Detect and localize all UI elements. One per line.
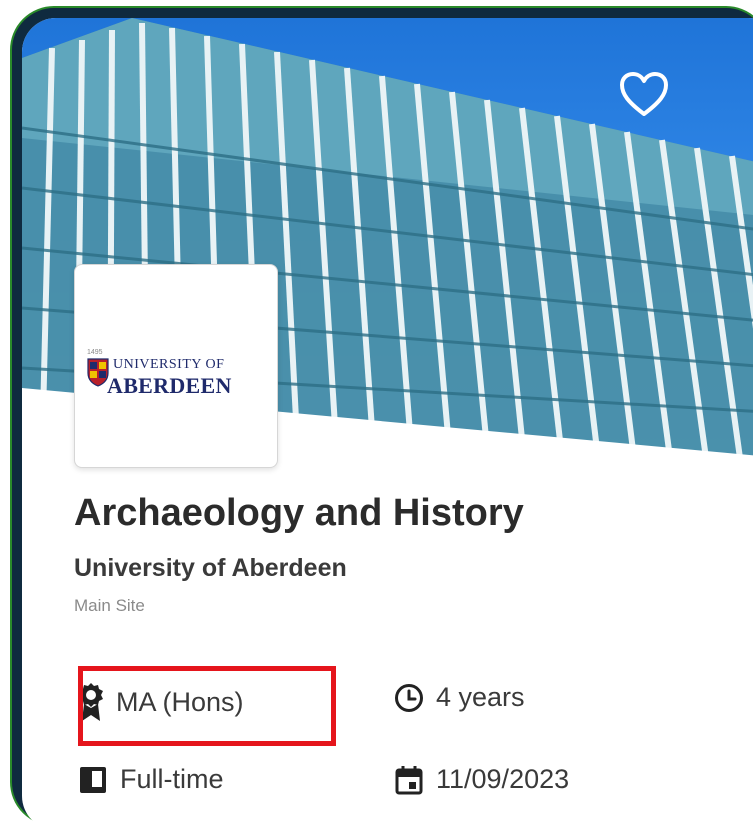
study-mode-label: Full-time xyxy=(120,764,224,794)
university-name[interactable]: University of Aberdeen xyxy=(74,554,347,583)
campus-name: Main Site xyxy=(74,596,145,615)
university-logo: 1495 UNIVERSITY OF ABERDEEN xyxy=(74,264,278,468)
highlight-box xyxy=(78,666,336,746)
heart-icon xyxy=(620,72,668,116)
logo-text-line2: ABERDEEN xyxy=(107,373,232,398)
start-date-label: 11/09/2023 xyxy=(436,764,570,794)
start-date-info: 11/09/2023 xyxy=(394,764,569,795)
course-title[interactable]: Archaeology and History xyxy=(74,492,524,535)
study-mode-info: Full-time xyxy=(78,764,224,795)
logo-year: 1495 xyxy=(87,349,103,356)
duration-label: 4 years xyxy=(436,682,525,712)
calendar-icon xyxy=(395,765,423,794)
logo-text-line1: UNIVERSITY OF xyxy=(113,357,225,372)
duration-info: 4 years xyxy=(394,682,525,713)
book-icon xyxy=(80,766,106,793)
favorite-button[interactable] xyxy=(618,70,670,118)
crest-icon xyxy=(87,358,109,387)
clock-icon xyxy=(395,683,423,712)
course-card[interactable]: 1495 UNIVERSITY OF ABERDEEN Archaeology … xyxy=(22,18,753,830)
